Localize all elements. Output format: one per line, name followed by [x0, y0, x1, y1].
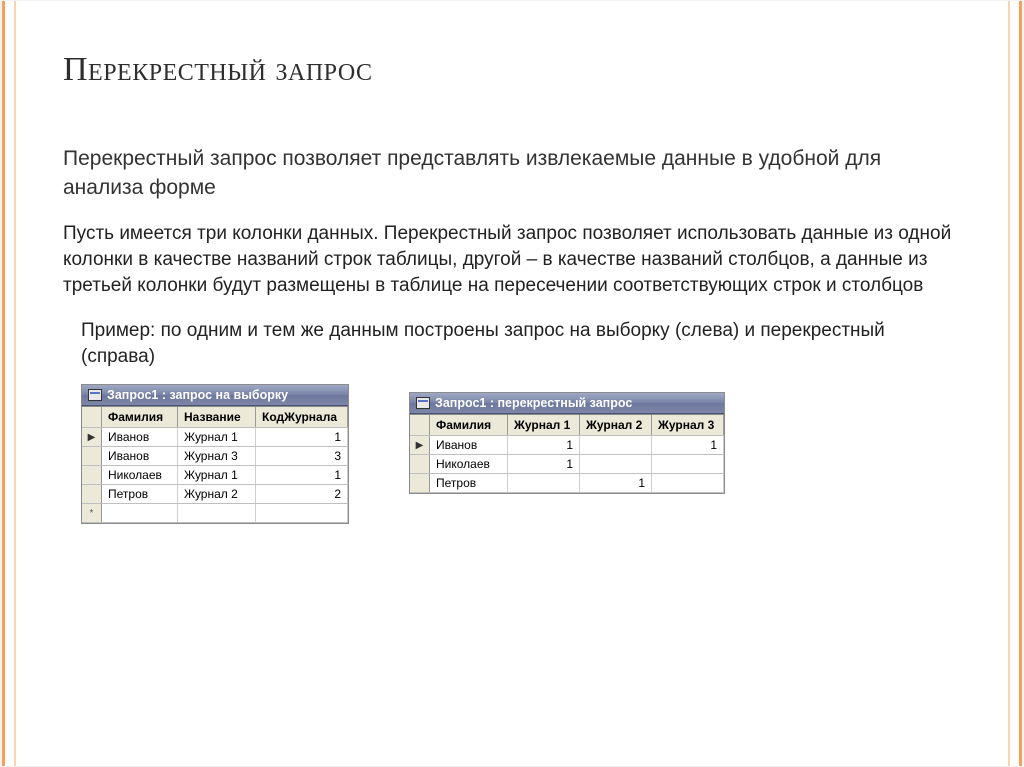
row-selector-current: ▶	[410, 436, 430, 454]
paragraph-example: Пример: по одним и тем же данным построе…	[81, 318, 961, 370]
query-select-titlebar: Запрос1 : запрос на выборку	[82, 385, 348, 406]
col-header-naz: Название	[178, 407, 256, 427]
col-header-fam: Фамилия	[102, 407, 178, 427]
query-crosstab-title: Запрос1 : перекрестный запрос	[435, 396, 632, 410]
table-row: ▶ Иванов 1 1	[410, 436, 724, 455]
cell-j3	[652, 455, 724, 473]
col-header-kod: КодЖурнала	[256, 407, 348, 427]
query-crosstab-titlebar: Запрос1 : перекрестный запрос	[410, 393, 724, 414]
slide-frame: Составитель доц. Космачева И.М. Перекрес…	[2, 1, 1022, 766]
table-row: Петров 1	[410, 474, 724, 493]
table-row: Иванов Журнал 3 3	[82, 447, 348, 466]
paragraph-intro: Перекрестный запрос позволяет представля…	[63, 145, 961, 203]
col-header-j1: Журнал 1	[508, 415, 580, 435]
row-selector	[82, 447, 102, 465]
col-header-j3: Журнал 3	[652, 415, 724, 435]
slide-title: Перекрестный запрос	[63, 51, 961, 89]
cell-kod: 3	[256, 447, 348, 465]
cell-naz: Журнал 1	[178, 466, 256, 484]
slide-content: Перекрестный запрос Перекрестный запрос …	[19, 1, 1005, 766]
cell-empty	[102, 504, 178, 522]
table-row-new: *	[82, 504, 348, 523]
tables-row: Запрос1 : запрос на выборку Фамилия Назв…	[81, 384, 961, 524]
row-selector-new: *	[82, 504, 102, 522]
cell-fam: Николаев	[430, 455, 508, 473]
row-selector-header	[82, 407, 102, 427]
cell-fam: Иванов	[102, 428, 178, 446]
cell-fam: Петров	[430, 474, 508, 492]
cell-j1	[508, 474, 580, 492]
cell-j3	[652, 474, 724, 492]
table-header-row: Фамилия Журнал 1 Журнал 2 Журнал 3	[410, 415, 724, 436]
table-row: Николаев Журнал 1 1	[82, 466, 348, 485]
cell-j2	[580, 455, 652, 473]
row-selector-current: ▶	[82, 428, 102, 446]
table-header-row: Фамилия Название КодЖурнала	[82, 407, 348, 428]
cell-kod: 2	[256, 485, 348, 503]
table-row: ▶ Иванов Журнал 1 1	[82, 428, 348, 447]
query-select-title: Запрос1 : запрос на выборку	[107, 388, 288, 402]
cell-j3: 1	[652, 436, 724, 454]
row-selector	[410, 455, 430, 473]
cell-j1: 1	[508, 455, 580, 473]
cell-j2: 1	[580, 474, 652, 492]
cell-naz: Журнал 3	[178, 447, 256, 465]
cell-fam: Петров	[102, 485, 178, 503]
cell-j2	[580, 436, 652, 454]
row-selector	[410, 474, 430, 492]
cell-j1: 1	[508, 436, 580, 454]
col-header-j2: Журнал 2	[580, 415, 652, 435]
row-selector	[82, 466, 102, 484]
cell-naz: Журнал 2	[178, 485, 256, 503]
paragraph-explain: Пусть имеется три колонки данных. Перекр…	[63, 221, 961, 298]
row-selector	[82, 485, 102, 503]
datasheet-icon	[88, 389, 102, 401]
col-header-fam: Фамилия	[430, 415, 508, 435]
cell-empty	[256, 504, 348, 522]
cell-kod: 1	[256, 428, 348, 446]
row-selector-header	[410, 415, 430, 435]
cell-fam: Иванов	[102, 447, 178, 465]
table-row: Петров Журнал 2 2	[82, 485, 348, 504]
decor-border-left	[14, 1, 16, 766]
cell-fam: Николаев	[102, 466, 178, 484]
cell-naz: Журнал 1	[178, 428, 256, 446]
query-select-window: Запрос1 : запрос на выборку Фамилия Назв…	[81, 384, 349, 524]
query-select-grid: Фамилия Название КодЖурнала ▶ Иванов Жур…	[82, 406, 348, 523]
cell-empty	[178, 504, 256, 522]
decor-border-right	[1008, 1, 1010, 766]
query-crosstab-window: Запрос1 : перекрестный запрос Фамилия Жу…	[409, 392, 725, 494]
table-row: Николаев 1	[410, 455, 724, 474]
cell-kod: 1	[256, 466, 348, 484]
query-crosstab-grid: Фамилия Журнал 1 Журнал 2 Журнал 3 ▶ Ива…	[410, 414, 724, 493]
datasheet-icon	[416, 397, 430, 409]
cell-fam: Иванов	[430, 436, 508, 454]
